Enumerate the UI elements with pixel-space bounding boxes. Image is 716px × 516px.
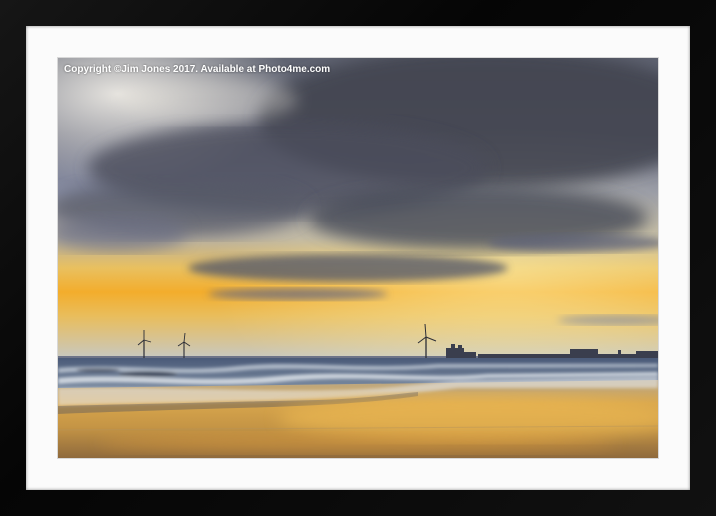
landscape-image xyxy=(58,58,658,458)
beach-sunset-photo: Copyright ©Jim Jones 2017. Available at … xyxy=(58,58,658,458)
copyright-watermark: Copyright ©Jim Jones 2017. Available at … xyxy=(64,64,331,75)
